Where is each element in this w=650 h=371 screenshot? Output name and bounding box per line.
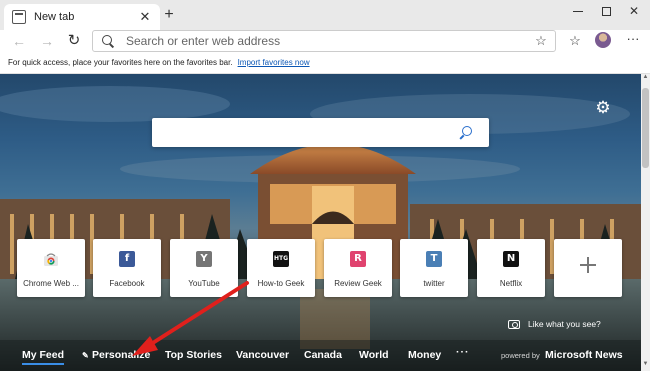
twitter-icon: T xyxy=(426,251,442,267)
top-site-tile[interactable]: Y YouTube xyxy=(170,239,238,297)
news-feed-bar: My Feed ✎ Personalize Top Stories Vancou… xyxy=(0,340,641,371)
scroll-down-arrow-icon[interactable]: ▼ xyxy=(641,361,650,370)
review-geek-icon: R xyxy=(350,251,366,267)
personalize-label: Personalize xyxy=(92,349,151,361)
tab-vancouver[interactable]: Vancouver xyxy=(236,349,289,361)
favorites-bar-hint: For quick access, place your favorites h… xyxy=(8,58,233,67)
tile-label: twitter xyxy=(423,279,445,288)
add-favorite-star-icon[interactable]: ☆ xyxy=(533,33,549,49)
top-site-tile[interactable]: N Netflix xyxy=(477,239,545,297)
forward-button[interactable]: → xyxy=(38,32,56,50)
facebook-icon: f xyxy=(119,251,135,267)
camera-icon xyxy=(508,319,520,329)
netflix-icon: N xyxy=(503,251,519,267)
tab-world[interactable]: World xyxy=(359,349,389,361)
favorites-button[interactable]: ☆ xyxy=(566,32,584,50)
new-tab-page-icon xyxy=(12,10,26,24)
add-site-icon xyxy=(580,257,596,273)
tile-label: Facebook xyxy=(109,279,145,288)
powered-by-label: powered by xyxy=(501,351,540,360)
like-this-image[interactable]: Like what you see? xyxy=(508,317,601,331)
top-site-tile[interactable]: HTG How-to Geek xyxy=(247,239,315,297)
web-search-box[interactable] xyxy=(152,118,489,147)
close-window-button[interactable]: ✕ xyxy=(618,0,650,22)
settings-gear-icon[interactable]: ⚙ xyxy=(595,99,611,116)
top-site-tile[interactable]: T twitter xyxy=(400,239,468,297)
new-tab-button[interactable]: + xyxy=(160,6,178,24)
title-bar: New tab ✕ + ✕ xyxy=(0,0,650,30)
refresh-button[interactable]: ↻ xyxy=(65,32,83,50)
microsoft-news-brand[interactable]: Microsoft News xyxy=(545,349,623,361)
address-input[interactable]: Search or enter web address xyxy=(126,34,533,48)
chrome-web-store-icon xyxy=(44,253,58,266)
minimize-icon xyxy=(573,10,583,12)
tile-label: Chrome Web ... xyxy=(23,279,79,288)
tab-money[interactable]: Money xyxy=(408,349,441,361)
tab-new-tab[interactable]: New tab ✕ xyxy=(4,4,160,30)
like-prompt: Like what you see? xyxy=(528,319,601,329)
new-tab-page: ⚙ Chrome Web ... f Facebook Y YouTube HT xyxy=(0,74,641,371)
tab-title: New tab xyxy=(34,11,75,23)
tab-my-feed[interactable]: My Feed xyxy=(22,349,65,365)
maximize-icon xyxy=(601,6,611,16)
tab-canada[interactable]: Canada xyxy=(304,349,342,361)
scroll-up-arrow-icon[interactable]: ▲ xyxy=(641,74,650,83)
tile-label: Review Geek xyxy=(334,279,382,288)
more-menu-button[interactable]: ··· xyxy=(624,32,642,50)
personalize-button[interactable]: ✎ Personalize xyxy=(82,349,150,361)
scrollbar-thumb[interactable] xyxy=(642,88,649,168)
tile-label: How-to Geek xyxy=(257,279,305,288)
search-icon[interactable] xyxy=(458,125,474,141)
address-bar[interactable]: Search or enter web address ☆ xyxy=(92,30,556,52)
more-topics-button[interactable]: ··· xyxy=(456,346,470,358)
how-to-geek-icon: HTG xyxy=(273,251,289,267)
tile-label: Netflix xyxy=(499,279,523,288)
profile-avatar[interactable] xyxy=(595,32,611,48)
search-icon xyxy=(101,34,117,48)
top-sites-grid: Chrome Web ... f Facebook Y YouTube HTG … xyxy=(17,239,627,297)
page-scrollbar[interactable]: ▲ ▼ xyxy=(641,74,650,371)
tile-label: YouTube xyxy=(188,279,220,288)
youtube-icon: Y xyxy=(196,251,212,267)
tab-top-stories[interactable]: Top Stories xyxy=(165,349,222,361)
favorites-bar: For quick access, place your favorites h… xyxy=(0,52,650,74)
import-favorites-link[interactable]: Import favorites now xyxy=(238,58,310,67)
back-button[interactable]: ← xyxy=(10,32,28,50)
add-site-tile[interactable] xyxy=(554,239,622,297)
top-site-tile[interactable]: R Review Geek xyxy=(324,239,392,297)
close-tab-icon[interactable]: ✕ xyxy=(138,10,152,24)
top-site-tile[interactable]: Chrome Web ... xyxy=(17,239,85,297)
navigation-toolbar: ← → ↻ Search or enter web address ☆ ☆ ··… xyxy=(0,30,650,52)
pencil-icon: ✎ xyxy=(82,350,89,360)
top-site-tile[interactable]: f Facebook xyxy=(93,239,161,297)
